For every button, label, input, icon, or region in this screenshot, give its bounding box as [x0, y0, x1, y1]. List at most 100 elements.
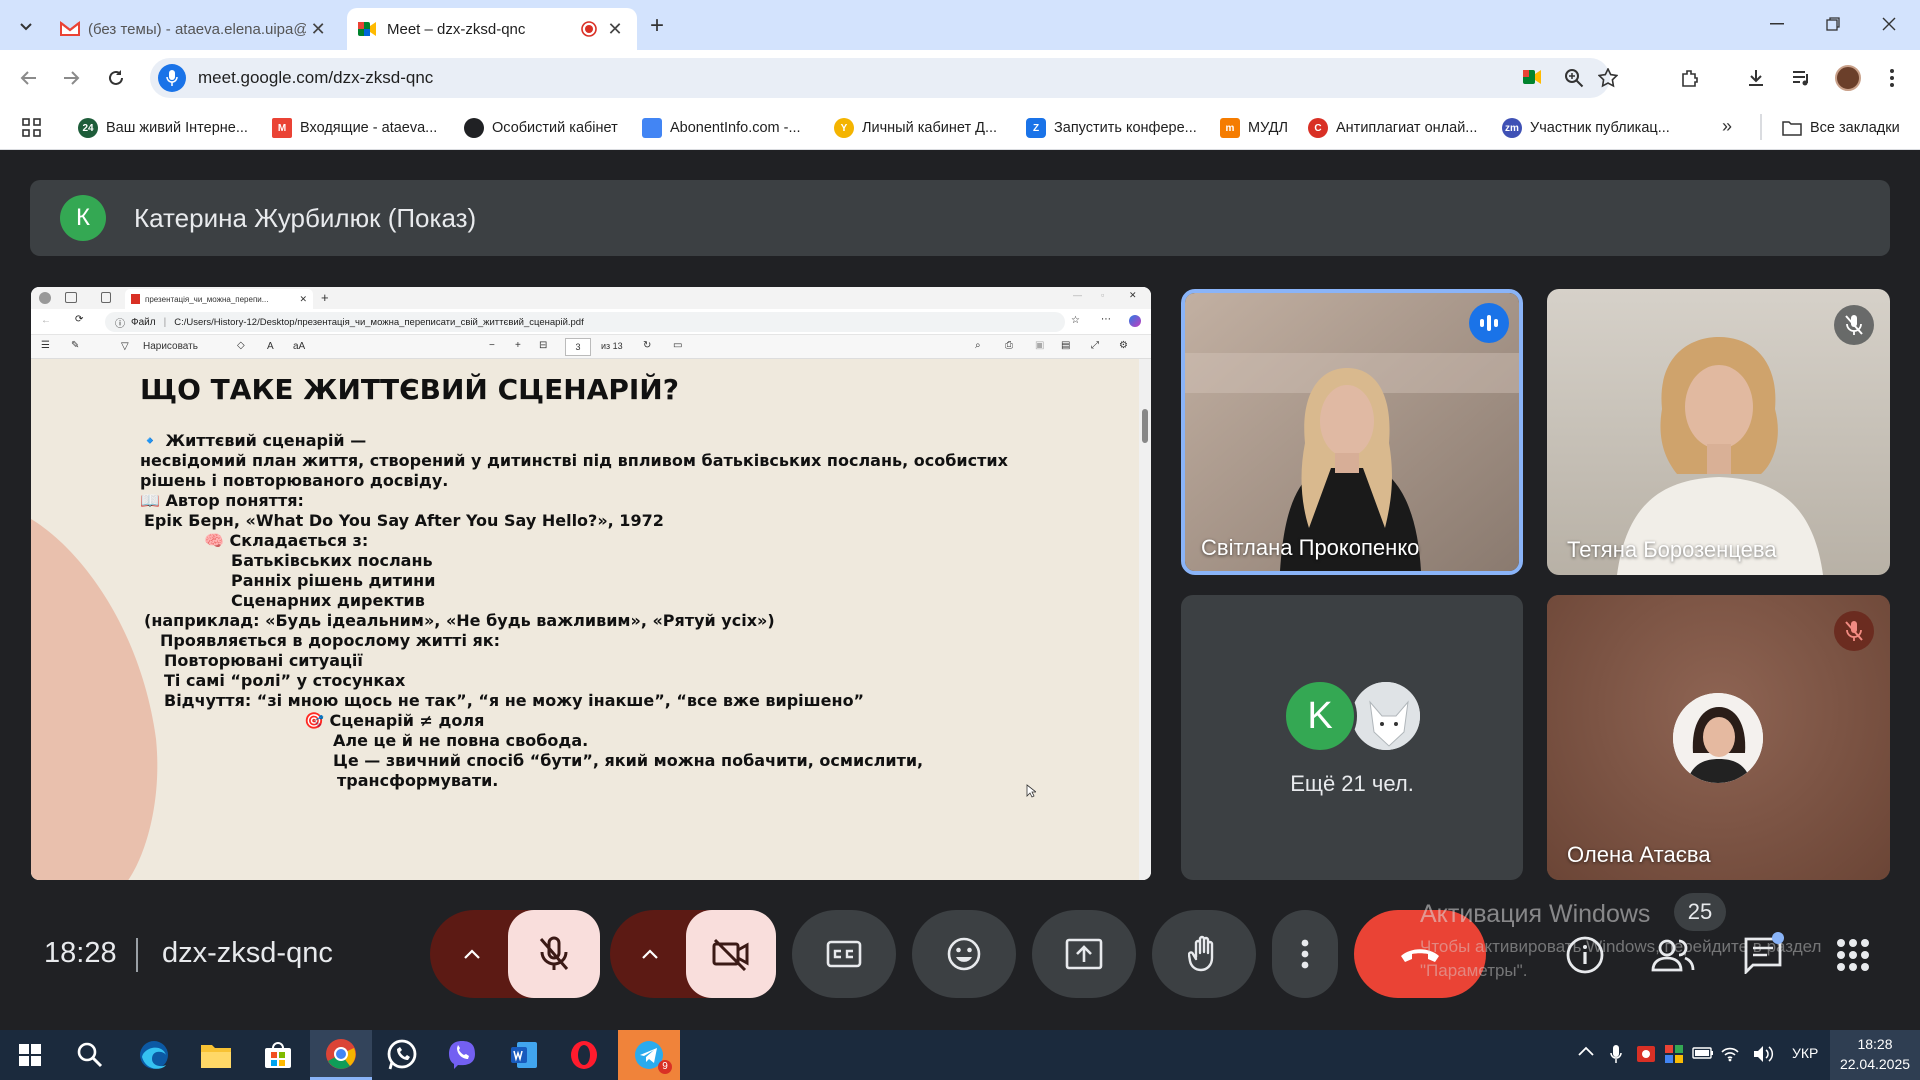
meet-icon [357, 20, 377, 38]
microphone-icon [158, 64, 186, 92]
captions-button[interactable] [792, 910, 896, 998]
bookmark-item[interactable]: m МУДЛ [1220, 116, 1288, 140]
participant-tile[interactable]: Тетяна Борозенцева [1547, 289, 1890, 575]
tab-meet[interactable]: Meet – dzx-zksd-qnc ✕ [347, 8, 637, 50]
search-button[interactable] [62, 1030, 118, 1080]
start-button[interactable] [2, 1030, 58, 1080]
avatar: K [1283, 679, 1357, 753]
restore-icon[interactable] [1808, 6, 1858, 42]
bookmark-item[interactable]: 24 Ваш живий Інтерне... [78, 116, 248, 140]
taskbar-app[interactable] [496, 1030, 552, 1080]
slide-line: Це — звичний спосіб “бути”, який можна п… [333, 751, 924, 770]
apps-grid-icon[interactable] [22, 118, 42, 138]
tray-overflow-icon[interactable] [1578, 1046, 1594, 1056]
chat-button[interactable] [1738, 930, 1788, 980]
meeting-info-button[interactable] [1560, 930, 1610, 980]
clock-area[interactable]: 18:28 22.04.2025 [1830, 1030, 1920, 1080]
people-button[interactable] [1648, 930, 1698, 980]
reload-icon[interactable] [98, 60, 134, 96]
file-label: Файл [131, 316, 156, 328]
shared-screen[interactable]: презентація_чи_можна_перепи... ✕ + — ▫ ✕… [31, 287, 1151, 880]
taskbar-app[interactable] [556, 1030, 612, 1080]
taskbar-app[interactable] [374, 1030, 430, 1080]
slide-line: трансформувати. [337, 771, 499, 790]
minimize-icon: — [1073, 290, 1082, 300]
slide-line: (наприклад: «Будь ідеальним», «Не будь в… [144, 611, 775, 630]
bookmark-item[interactable]: zm Участник публикац... [1502, 116, 1670, 140]
more-options-button[interactable] [1272, 910, 1338, 998]
word-icon [511, 1042, 537, 1068]
back-icon[interactable] [10, 60, 46, 96]
camera-off-icon [712, 938, 749, 971]
download-icon[interactable] [1738, 60, 1774, 96]
extensions-icon[interactable] [1672, 60, 1708, 96]
all-bookmarks[interactable]: Все закладки [1782, 116, 1900, 140]
save-icon: ▣ [1035, 340, 1045, 351]
edge-tab: презентація_чи_можна_перепи... ✕ [125, 289, 313, 309]
bookmark-item[interactable]: Z Запустить конфере... [1026, 116, 1197, 140]
contents-icon: ☰ [41, 340, 50, 351]
whatsapp-icon [387, 1039, 417, 1070]
meet-tray-icon[interactable] [1664, 1044, 1684, 1064]
tab-gmail[interactable]: (без темы) - ataeva.elena.uipa@ ✕ [50, 8, 340, 50]
reactions-button[interactable] [912, 910, 1016, 998]
taskbar-app[interactable]: 9 [618, 1030, 680, 1080]
tab-search-icon[interactable] [12, 12, 40, 40]
video-control-group [610, 910, 776, 998]
mic-tray-icon[interactable] [1610, 1044, 1622, 1064]
bookmark-item[interactable]: M Входящие - ataeva... [272, 116, 437, 140]
more-bookmarks-icon[interactable]: » [1722, 116, 1732, 137]
profile-avatar[interactable] [1830, 60, 1866, 96]
search-icon [77, 1042, 103, 1068]
slide-line: Батьківських послань [231, 551, 433, 570]
video-options-button[interactable] [610, 910, 690, 998]
participant-tile[interactable]: Світлана Прокопенко [1181, 289, 1523, 575]
volume-icon[interactable] [1752, 1044, 1774, 1064]
microphone-toggle-button[interactable] [508, 910, 600, 998]
battery-icon[interactable] [1692, 1046, 1714, 1060]
bookmark-star-icon[interactable] [1598, 68, 1618, 88]
meet-icon[interactable] [1522, 68, 1542, 86]
activities-button[interactable] [1828, 930, 1878, 980]
zoom-icon[interactable] [1564, 68, 1584, 88]
participant-name: Світлана Прокопенко [1201, 535, 1420, 560]
bookmark-item[interactable]: Особистий кабінет [464, 116, 618, 140]
taskbar-app[interactable] [250, 1030, 306, 1080]
close-window-icon[interactable] [1864, 6, 1914, 42]
slide-line: несвідомий план життя, створений у дитин… [140, 451, 1008, 470]
minimize-icon[interactable] [1752, 6, 1802, 42]
recording-tray-icon[interactable] [1636, 1044, 1656, 1064]
close-icon[interactable]: ✕ [306, 19, 330, 40]
taskbar-app[interactable] [188, 1030, 244, 1080]
bookmark-item[interactable]: C Антиплагиат онлай... [1308, 116, 1477, 140]
input-language[interactable]: УКР [1792, 1045, 1818, 1061]
new-tab-icon[interactable]: + [650, 12, 664, 40]
menu-icon[interactable] [1874, 60, 1910, 96]
taskbar-app-active[interactable] [310, 1030, 372, 1080]
raise-hand-button[interactable] [1152, 910, 1256, 998]
taskbar-app[interactable] [126, 1030, 182, 1080]
notification-dot [1772, 932, 1784, 944]
close-icon[interactable]: ✕ [603, 19, 627, 40]
camera-toggle-button[interactable] [686, 910, 776, 998]
pdf-toolbar: ☰ ✎ ▽ Нарисовать ◇ A aA − + ⊟ 3 из 13 ↻ … [31, 335, 1151, 359]
participant-tile[interactable]: Олена Атаєва [1547, 595, 1890, 880]
taskbar-app[interactable] [434, 1030, 490, 1080]
cursor-icon [1026, 784, 1036, 798]
wifi-icon[interactable] [1720, 1044, 1740, 1062]
tray-time: 18:28 [1857, 1036, 1893, 1052]
edge-tab-title: презентація_чи_можна_перепи... [145, 294, 269, 304]
bookmark-item[interactable]: AbonentInfo.com -... [642, 116, 801, 140]
forward-icon[interactable] [54, 60, 90, 96]
present-button[interactable] [1032, 910, 1136, 998]
others-tile[interactable]: K Ещё 21 чел. [1181, 595, 1523, 880]
rotate-icon: ↻ [643, 340, 652, 351]
bookmark-item[interactable]: Y Личный кабинет Д... [834, 116, 997, 140]
address-bar[interactable]: meet.google.com/dzx-zksd-qnc [150, 58, 1618, 98]
slide-line: Ерік Берн, «What Do You Say After You Sa… [144, 511, 664, 530]
media-control-icon[interactable] [1784, 60, 1820, 96]
file-explorer-icon [201, 1045, 231, 1068]
audio-options-button[interactable] [430, 910, 514, 998]
presenter-title: Катерина Журбилюк (Показ) [134, 202, 477, 233]
presentation-header: К Катерина Журбилюк (Показ) [30, 180, 1890, 256]
